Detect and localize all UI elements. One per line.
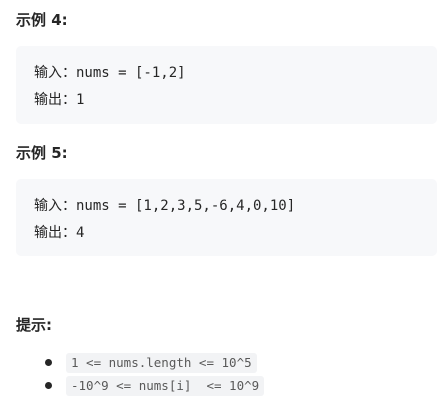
example-5-output-label: 输出： (34, 225, 76, 241)
example-5-title: 示例 5: (16, 144, 68, 162)
bullet-icon (45, 359, 52, 366)
example-5-code-block: 输入：nums = [1,2,3,5,-6,4,0,10] 输出：4 (16, 179, 437, 256)
example-5-output-line: 输出：4 (34, 220, 437, 247)
example-5-input-line: 输入：nums = [1,2,3,5,-6,4,0,10] (34, 193, 437, 220)
bullet-icon (45, 382, 52, 389)
hints-list: 1 <= nums.length <= 10^5 -10^9 <= nums[i… (0, 352, 265, 398)
hint-item: -10^9 <= nums[i] <= 10^9 (0, 375, 265, 398)
example-4-code-block: 输入：nums = [-1,2] 输出：1 (16, 46, 437, 124)
example-5-input-label: 输入： (34, 198, 76, 214)
example-4-output-value: 1 (76, 92, 85, 108)
example-4-output-label: 输出： (34, 92, 76, 108)
hint-code: 1 <= nums.length <= 10^5 (66, 353, 257, 373)
example-4-input-label: 输入： (34, 65, 76, 81)
example-4-title: 示例 4: (16, 11, 68, 29)
hint-item: 1 <= nums.length <= 10^5 (0, 352, 264, 375)
hint-code: -10^9 <= nums[i] <= 10^9 (66, 376, 265, 396)
hints-title: 提示: (16, 316, 52, 334)
example-4-input-line: 输入：nums = [-1,2] (34, 60, 437, 87)
example-4-input-value: nums = [-1,2] (76, 65, 186, 81)
example-5-input-value: nums = [1,2,3,5,-6,4,0,10] (76, 198, 296, 214)
example-4-output-line: 输出：1 (34, 87, 437, 114)
example-5-output-value: 4 (76, 225, 85, 241)
